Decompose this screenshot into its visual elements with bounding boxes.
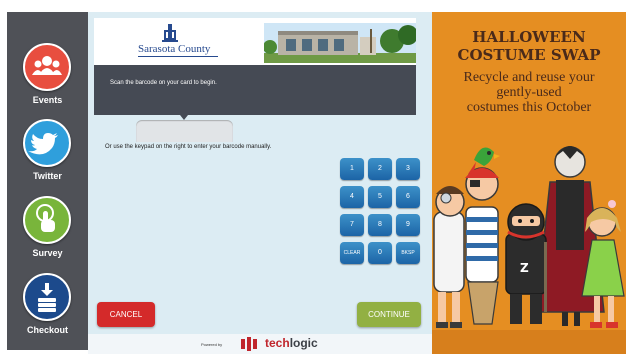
powered-by-label: Powered by — [201, 342, 223, 347]
techlogic-logo: techlogic — [265, 336, 318, 350]
keypad-key-8[interactable]: 8 — [368, 214, 392, 236]
keypad-key-5[interactable]: 5 — [368, 186, 392, 208]
keypad-key-0[interactable]: 0 — [368, 242, 392, 264]
header-banner: Sarasota County — [94, 18, 416, 65]
halloween-ad: HALLOWEEN COSTUME SWAP Recycle and reuse… — [432, 12, 626, 354]
keypad-backspace-button[interactable]: BKSP — [396, 242, 420, 264]
sidebar-item-label: Twitter — [33, 171, 62, 181]
sidebar: Events Twitter Survey Checkout — [7, 12, 88, 350]
keypad-key-1[interactable]: 1 — [340, 158, 364, 180]
sidebar-item-survey[interactable]: Survey — [7, 196, 88, 272]
sidebar-item-label: Survey — [32, 248, 63, 258]
brand-part-logic: logic — [289, 336, 318, 350]
sidebar-item-label: Checkout — [26, 325, 68, 335]
kiosk-screen: Events Twitter Survey Checkout Sarasota … — [0, 0, 631, 354]
keypad-key-3[interactable]: 3 — [396, 158, 420, 180]
continue-button[interactable]: CONTINUE — [357, 302, 421, 327]
cancel-button[interactable]: CANCEL — [97, 302, 155, 327]
manual-entry-instruction: Or use the keypad on the right to enter … — [105, 144, 272, 150]
costumed-kids-illustration: Z — [432, 146, 626, 354]
sidebar-item-checkout[interactable]: Checkout — [7, 273, 88, 349]
barcode-input[interactable] — [136, 120, 233, 142]
doctor-kid-figure — [433, 186, 465, 328]
keypad-clear-button[interactable]: CLEAR — [340, 242, 364, 264]
footer: Powered by techlogic — [88, 334, 432, 354]
ninja-kid-figure: Z — [505, 203, 547, 324]
keypad-key-2[interactable]: 2 — [368, 158, 392, 180]
library-photo — [264, 23, 416, 63]
checkout-panel: Sarasota County Scan the barcode on your… — [88, 12, 432, 354]
keypad-key-6[interactable]: 6 — [396, 186, 420, 208]
county-building-icon — [162, 24, 178, 42]
scan-banner: Scan the barcode on your card to begin. — [94, 65, 416, 115]
sidebar-item-label: Events — [32, 95, 63, 105]
sidebar-item-twitter[interactable]: Twitter — [7, 119, 88, 195]
county-logo-text: Sarasota County — [138, 43, 211, 55]
svg-text:Z: Z — [520, 261, 529, 275]
scan-instruction: Scan the barcode on your card to begin. — [110, 80, 217, 86]
book-stack-icon — [23, 273, 71, 321]
logo-divider — [138, 56, 218, 57]
keypad-key-4[interactable]: 4 — [340, 186, 364, 208]
pirate-kid-figure — [465, 147, 500, 325]
keypad-key-9[interactable]: 9 — [396, 214, 420, 236]
techlogic-logo-icon — [241, 337, 257, 351]
keypad-key-7[interactable]: 7 — [340, 214, 364, 236]
people-icon — [23, 43, 71, 91]
touch-hand-icon — [23, 196, 71, 244]
brand-part-tech: tech — [265, 336, 290, 350]
twitter-bird-icon — [23, 119, 71, 167]
sidebar-item-events[interactable]: Events — [7, 43, 88, 119]
